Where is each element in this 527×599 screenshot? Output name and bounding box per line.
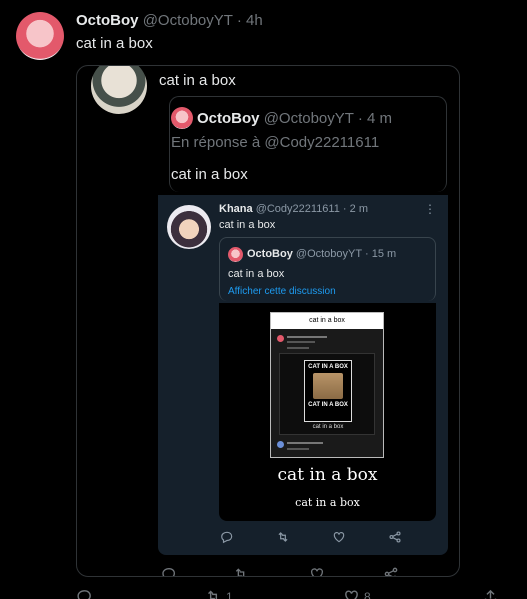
avatar[interactable] xyxy=(16,12,64,60)
reply-display-name: OctoBoy xyxy=(197,110,260,127)
quote-header: OctoBoy @OctoboyYT · 15 m xyxy=(247,248,396,260)
cat-box-image xyxy=(313,373,343,399)
khana-avatar xyxy=(167,205,211,249)
quote-time: 15 m xyxy=(371,248,397,260)
reply-text: cat in a box xyxy=(171,166,248,183)
cropped-retweet-icon xyxy=(233,566,249,576)
dark-retweet-icon xyxy=(276,530,290,544)
dark-like-icon xyxy=(332,530,346,544)
meme-media: cat in a box CAT IN A BOX CAT IN A BOX c… xyxy=(219,303,436,521)
meme-caption-medium: cat in a box xyxy=(295,496,360,509)
reply-header: OctoBoy @OctoboyYT · 4 m xyxy=(197,110,392,127)
more-icon: ⋮ xyxy=(424,202,436,216)
dark-share-icon xyxy=(388,530,402,544)
embedded-avatar xyxy=(91,66,147,114)
badge-bottom: CAT IN A BOX xyxy=(308,402,348,408)
dark-handle: @Cody22211611 xyxy=(255,203,340,215)
meme-box-label: cat in a box xyxy=(271,313,383,329)
dark-time: 2 m xyxy=(349,203,368,215)
meme-caption-large: cat in a box xyxy=(277,465,378,485)
show-thread-link: Afficher cette discussion xyxy=(228,286,336,297)
tweet-time[interactable]: 4h xyxy=(246,12,263,29)
in-reply-to: En réponse à @Cody22211611 xyxy=(171,134,379,151)
reply-time: 4 m xyxy=(367,110,393,127)
cropped-share-icon xyxy=(383,566,399,576)
cropped-reply-icon xyxy=(161,566,177,576)
meme-caption-small: cat in a box xyxy=(312,424,344,430)
quote-display-name: OctoBoy xyxy=(247,248,293,260)
separator-dot: · xyxy=(236,12,242,29)
reply-avatar xyxy=(171,107,193,129)
in-reply-prefix: En réponse à xyxy=(171,134,265,151)
quote-avatar xyxy=(228,247,243,262)
in-reply-handle: @Cody22211611 xyxy=(264,134,380,151)
tiny-line xyxy=(287,347,309,349)
separator-dot: · xyxy=(357,110,363,127)
like-count: 8 xyxy=(364,589,371,599)
badge-top: CAT IN A BOX xyxy=(308,364,348,370)
tiny-line xyxy=(287,336,327,338)
quote-handle: @OctoboyYT xyxy=(295,248,362,260)
embedded-top-text: cat in a box xyxy=(159,72,236,89)
display-name[interactable]: OctoBoy xyxy=(76,12,139,29)
tweet-text: cat in a box xyxy=(76,35,153,52)
share-button[interactable] xyxy=(482,588,499,599)
reply-button[interactable] xyxy=(76,588,93,599)
tweet-media[interactable]: cat in a box OctoBoy @OctoboyYT · 4 m En… xyxy=(76,65,460,577)
dark-reply-icon xyxy=(220,530,234,544)
meme-badge: CAT IN A BOX CAT IN A BOX xyxy=(304,360,352,422)
tweet-header: OctoBoy @OctoboyYT · 4h xyxy=(76,12,263,29)
dark-header: Khana @Cody22211611 · 2 m xyxy=(219,203,368,215)
quote-text: cat in a box xyxy=(228,268,285,280)
retweet-count: 1 xyxy=(226,589,233,599)
tiny-avatar xyxy=(277,441,284,448)
tiny-line xyxy=(287,448,309,450)
dark-tweet: Khana @Cody22211611 · 2 m ⋮ cat in a box… xyxy=(158,195,448,555)
tiny-avatar xyxy=(277,335,284,342)
meme-frame: cat in a box CAT IN A BOX CAT IN A BOX c… xyxy=(270,312,384,458)
user-handle[interactable]: @OctoboyYT xyxy=(143,12,233,29)
cropped-like-icon xyxy=(309,566,325,576)
like-button[interactable]: 8 xyxy=(343,588,371,599)
tiny-line xyxy=(287,442,323,444)
quote-card: OctoBoy @OctoboyYT · 15 m cat in a box A… xyxy=(219,237,436,301)
tiny-line xyxy=(287,341,315,343)
separator-dot: · xyxy=(342,203,347,215)
dark-display-name: Khana xyxy=(219,203,253,215)
separator-dot: · xyxy=(364,248,369,260)
dark-text: cat in a box xyxy=(219,219,276,231)
meme-inner-image: CAT IN A BOX CAT IN A BOX cat in a box xyxy=(279,353,375,435)
reply-handle: @OctoboyYT xyxy=(263,110,354,127)
retweet-button[interactable]: 1 xyxy=(205,588,233,599)
